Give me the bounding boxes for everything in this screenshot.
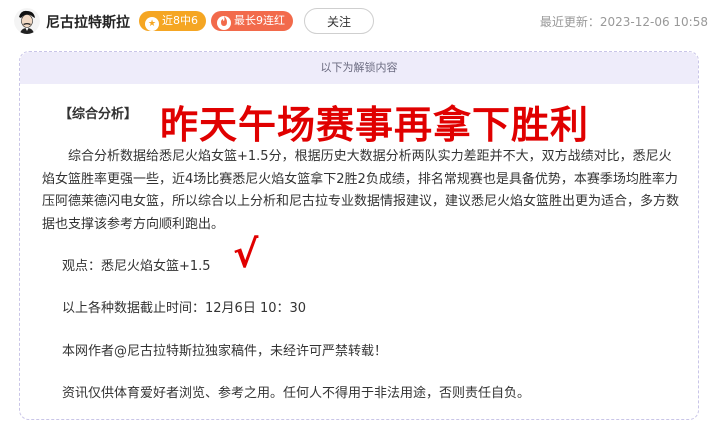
streak-badge-label: 近8中6 bbox=[162, 14, 198, 27]
disclaimer-text: 资讯仅供体育爱好者浏览、参考之用。任何人不得用于非法用途，否则责任自负。 bbox=[62, 386, 531, 401]
avatar-portrait-icon bbox=[14, 8, 40, 34]
flame-icon bbox=[217, 16, 231, 30]
last-updated-time: 2023-12-06 10:58 bbox=[599, 15, 708, 29]
longest-streak-badge: 最长9连红 bbox=[211, 11, 293, 31]
viewpoint-line: 观点：悉尼火焰女篮+1.5 bbox=[62, 259, 211, 274]
section-heading: 【综合分析】 bbox=[59, 107, 138, 122]
unlock-notice: 以下为解锁内容 bbox=[20, 52, 698, 84]
longest-streak-label: 最长9连红 bbox=[234, 14, 285, 27]
analysis-paragraph: 综合分析数据给悉尼火焰女篮+1.5分，根据历史大数据分析两队实力差距并不大，双方… bbox=[42, 149, 680, 232]
streak-badge: ★ 近8中6 bbox=[139, 11, 206, 31]
star-icon: ★ bbox=[145, 17, 159, 31]
copyright-notice: 本网作者@尼古拉特斯拉独家稿件，未经许可严禁转载！ bbox=[62, 344, 388, 359]
unlocked-content-card: 以下为解锁内容 【综合分析】 综合分析数据给悉尼火焰女篮+1.5分，根据历史大数… bbox=[19, 51, 699, 420]
last-updated: 最近更新：2023-12-06 10:58 bbox=[540, 13, 708, 30]
avatar[interactable] bbox=[14, 8, 40, 34]
last-updated-label: 最近更新： bbox=[539, 15, 600, 29]
author-header: 尼古拉特斯拉 ★ 近8中6 最长9连红 关注 最近更新：2023-12-06 10… bbox=[0, 0, 711, 44]
checkmark-icon: √ bbox=[233, 232, 259, 276]
follow-button[interactable]: 关注 bbox=[304, 8, 374, 34]
author-name[interactable]: 尼古拉特斯拉 bbox=[46, 12, 130, 32]
promo-headline: 昨天午场赛事再拿下胜利 bbox=[160, 103, 590, 147]
data-cutoff-line: 以上各种数据截止时间：12月6日 10：30 bbox=[62, 301, 307, 316]
